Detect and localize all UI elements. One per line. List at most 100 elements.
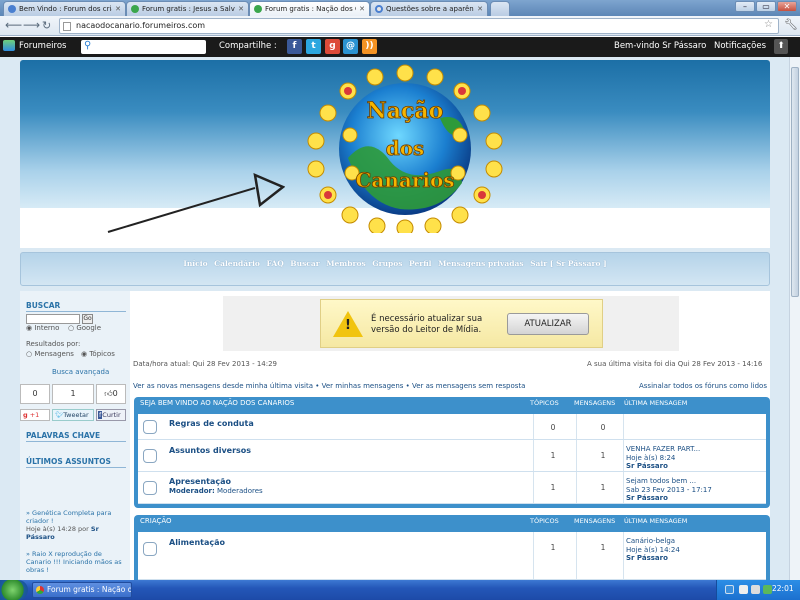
radio-interno[interactable]: ◉ Interno bbox=[26, 324, 59, 332]
forum-last-post: Canário-belga Hoje à(s) 14:24 Sr Pássaro bbox=[626, 537, 680, 563]
search-icon: ⚲ bbox=[84, 40, 92, 51]
forum-topics-count: 0 bbox=[550, 423, 556, 432]
last-post-user[interactable]: Sr Pássaro bbox=[626, 554, 668, 562]
window-minimize-button[interactable]: – bbox=[735, 1, 755, 12]
warning-exclamation-icon: ! bbox=[345, 318, 351, 333]
forum-messages-count: 1 bbox=[600, 451, 606, 460]
facebook-like-button[interactable]: fCurtir bbox=[96, 409, 126, 421]
category-criacao: CRIAÇÃO TÓPICOS MENSAGENS ÚLTIMA MENSAGE… bbox=[134, 515, 770, 580]
rss-icon[interactable]: )) bbox=[362, 39, 377, 54]
reload-icon[interactable]: ↻ bbox=[42, 19, 51, 32]
address-bar[interactable]: nacaodocanario.forumeiros.com bbox=[59, 18, 779, 34]
twitter-icon[interactable]: t bbox=[306, 39, 321, 54]
email-icon[interactable]: @ bbox=[343, 39, 358, 54]
update-button[interactable]: ATUALIZAR bbox=[507, 313, 589, 335]
col-last-message: ÚLTIMA MENSAGEM bbox=[624, 517, 688, 525]
forum-name-link[interactable]: Apresentação bbox=[169, 477, 231, 486]
last-post-title[interactable]: Sejam todos bem ... bbox=[626, 477, 696, 485]
last-post-user[interactable]: Sr Pássaro bbox=[626, 494, 668, 502]
scroll-up-arrow-icon[interactable]: ⬆ bbox=[774, 39, 788, 54]
nav-mensagens-privadas[interactable]: Mensagens privadas bbox=[438, 259, 524, 268]
latest-topic-2[interactable]: » Raio X reprodução de Canario !!! Inici… bbox=[26, 550, 126, 574]
nav-grupos[interactable]: Grupos bbox=[372, 259, 402, 268]
radio-mensagens[interactable]: ○ Mensagens bbox=[26, 350, 74, 358]
notifications-link[interactable]: Notificações bbox=[714, 41, 766, 51]
wrench-menu-icon[interactable]: 🔧︎ bbox=[784, 18, 798, 31]
scrollbar-thumb[interactable] bbox=[791, 67, 799, 297]
nav-perfil[interactable]: Perfil bbox=[409, 259, 431, 268]
current-datetime: Data/hora atual: Qui 28 Fev 2013 - 14:29 bbox=[133, 360, 278, 368]
forum-last-post: VENHA FAZER PART... Hoje à(s) 8:24 Sr Pá… bbox=[626, 445, 700, 471]
back-arrow-icon[interactable]: ⟵ bbox=[5, 19, 22, 32]
forum-status-icon bbox=[143, 449, 157, 463]
forumeiros-logo[interactable]: Forumeiros bbox=[3, 40, 66, 51]
advanced-search-link[interactable]: Busca avançada bbox=[52, 368, 109, 376]
radio-google[interactable]: ○ Google bbox=[68, 324, 101, 332]
browser-tab-2[interactable]: Forum gratis : Jesus a Salva ✕ bbox=[126, 1, 249, 16]
last-post-title[interactable]: VENHA FAZER PART... bbox=[626, 445, 700, 453]
radio-label: Tópicos bbox=[89, 350, 115, 358]
nav-sair[interactable]: Sair [ Sr Pássaro ] bbox=[530, 259, 607, 268]
forum-status-icon bbox=[143, 420, 157, 434]
moderator-link[interactable]: Moderadores bbox=[217, 487, 263, 495]
browser-tab-1[interactable]: Bem Vindo : Forum dos criad ✕ bbox=[3, 1, 126, 16]
nav-faq[interactable]: FAQ bbox=[266, 259, 283, 268]
facebook-icon[interactable]: f bbox=[287, 39, 302, 54]
nav-membros[interactable]: Membros bbox=[326, 259, 365, 268]
forum-status-icon bbox=[143, 481, 157, 495]
mark-all-read-link[interactable]: Assinalar todos os fóruns como lidos bbox=[639, 382, 767, 390]
forum-last-post: Sejam todos bem ... Sab 23 Fev 2013 - 17… bbox=[626, 477, 712, 503]
forward-arrow-icon[interactable]: ⟶ bbox=[23, 19, 40, 32]
category-title[interactable]: SEJA BEM VINDO AO NAÇÃO DOS CANARIOS bbox=[140, 399, 294, 407]
keyboard-icon[interactable] bbox=[725, 585, 734, 594]
nav-inicio[interactable]: Início bbox=[183, 259, 207, 268]
gplus-button[interactable]: g +1 bbox=[20, 409, 50, 421]
tab-close-icon[interactable]: ✕ bbox=[238, 5, 244, 13]
nav-buscar[interactable]: Buscar bbox=[290, 259, 319, 268]
browser-tab-strip: Bem Vindo : Forum dos criad ✕ Forum grat… bbox=[0, 0, 800, 16]
last-post-title[interactable]: Canário-belga bbox=[626, 537, 675, 545]
logo-line-1: Nação bbox=[367, 98, 444, 124]
divider bbox=[26, 441, 126, 442]
bookmark-star-icon[interactable]: ☆ bbox=[764, 19, 773, 30]
page-scrollbar[interactable] bbox=[789, 57, 800, 580]
search-go-button[interactable]: Go bbox=[82, 314, 93, 324]
window-close-button[interactable]: ✕ bbox=[777, 1, 797, 12]
forumeiros-search-input[interactable]: ⚲ bbox=[81, 40, 206, 54]
tweet-button[interactable]: 🐦︎Tweetar bbox=[52, 409, 94, 421]
forum-status-icon bbox=[143, 542, 157, 556]
category-title[interactable]: CRIAÇÃO bbox=[140, 517, 172, 525]
results-by-label: Resultados por: bbox=[26, 340, 81, 348]
welcome-user-link[interactable]: Bem-vindo Sr Pássaro bbox=[614, 41, 706, 51]
tab-close-icon[interactable]: ✕ bbox=[115, 5, 121, 13]
page-icon bbox=[63, 22, 71, 31]
window-maximize-button[interactable]: ▭ bbox=[756, 1, 776, 12]
forum-name-link[interactable]: Regras de conduta bbox=[169, 419, 254, 428]
last-post-user[interactable]: Sr Pássaro bbox=[626, 462, 668, 470]
sidebar-search-input[interactable] bbox=[26, 314, 80, 324]
nav-calendario[interactable]: Calendário bbox=[214, 259, 260, 268]
divider bbox=[26, 311, 126, 312]
network-icon[interactable] bbox=[739, 585, 748, 594]
taskbar-item-browser[interactable]: Forum gratis : Nação d... bbox=[32, 582, 132, 598]
logo-line-3: Canarios bbox=[355, 168, 454, 192]
share-label: Compartilhe : bbox=[219, 41, 277, 51]
forum-row: Alimentação 1 1 Canário-belga Hoje à(s) … bbox=[138, 532, 766, 580]
browser-tab-3-active[interactable]: Forum gratis : Nação dos Ca ✕ bbox=[249, 1, 370, 16]
new-tab-button[interactable] bbox=[490, 1, 510, 16]
browser-tab-4[interactable]: Questões sobre a aparênci ✕ bbox=[370, 1, 488, 16]
google-plus-icon[interactable]: g bbox=[325, 39, 340, 54]
forum-row: Regras de conduta 0 0 bbox=[138, 414, 766, 440]
tab-close-icon[interactable]: ✕ bbox=[359, 5, 365, 13]
start-button[interactable] bbox=[0, 580, 28, 600]
forum-name-link[interactable]: Assuntos diversos bbox=[169, 446, 251, 455]
forumeiros-logo-icon bbox=[3, 40, 15, 51]
forum-name-link[interactable]: Alimentação bbox=[169, 538, 225, 547]
taskbar-clock[interactable]: 22:01 bbox=[772, 584, 794, 593]
radio-topicos[interactable]: ◉ Tópicos bbox=[81, 350, 115, 358]
tab-close-icon[interactable]: ✕ bbox=[477, 5, 483, 13]
message-filter-links[interactable]: Ver as novas mensagens desde minha últim… bbox=[133, 382, 525, 390]
security-icon[interactable] bbox=[763, 585, 772, 594]
latest-topic-1[interactable]: » Genética Completa para criador ! Hoje … bbox=[26, 509, 126, 541]
volume-icon[interactable] bbox=[751, 585, 760, 594]
